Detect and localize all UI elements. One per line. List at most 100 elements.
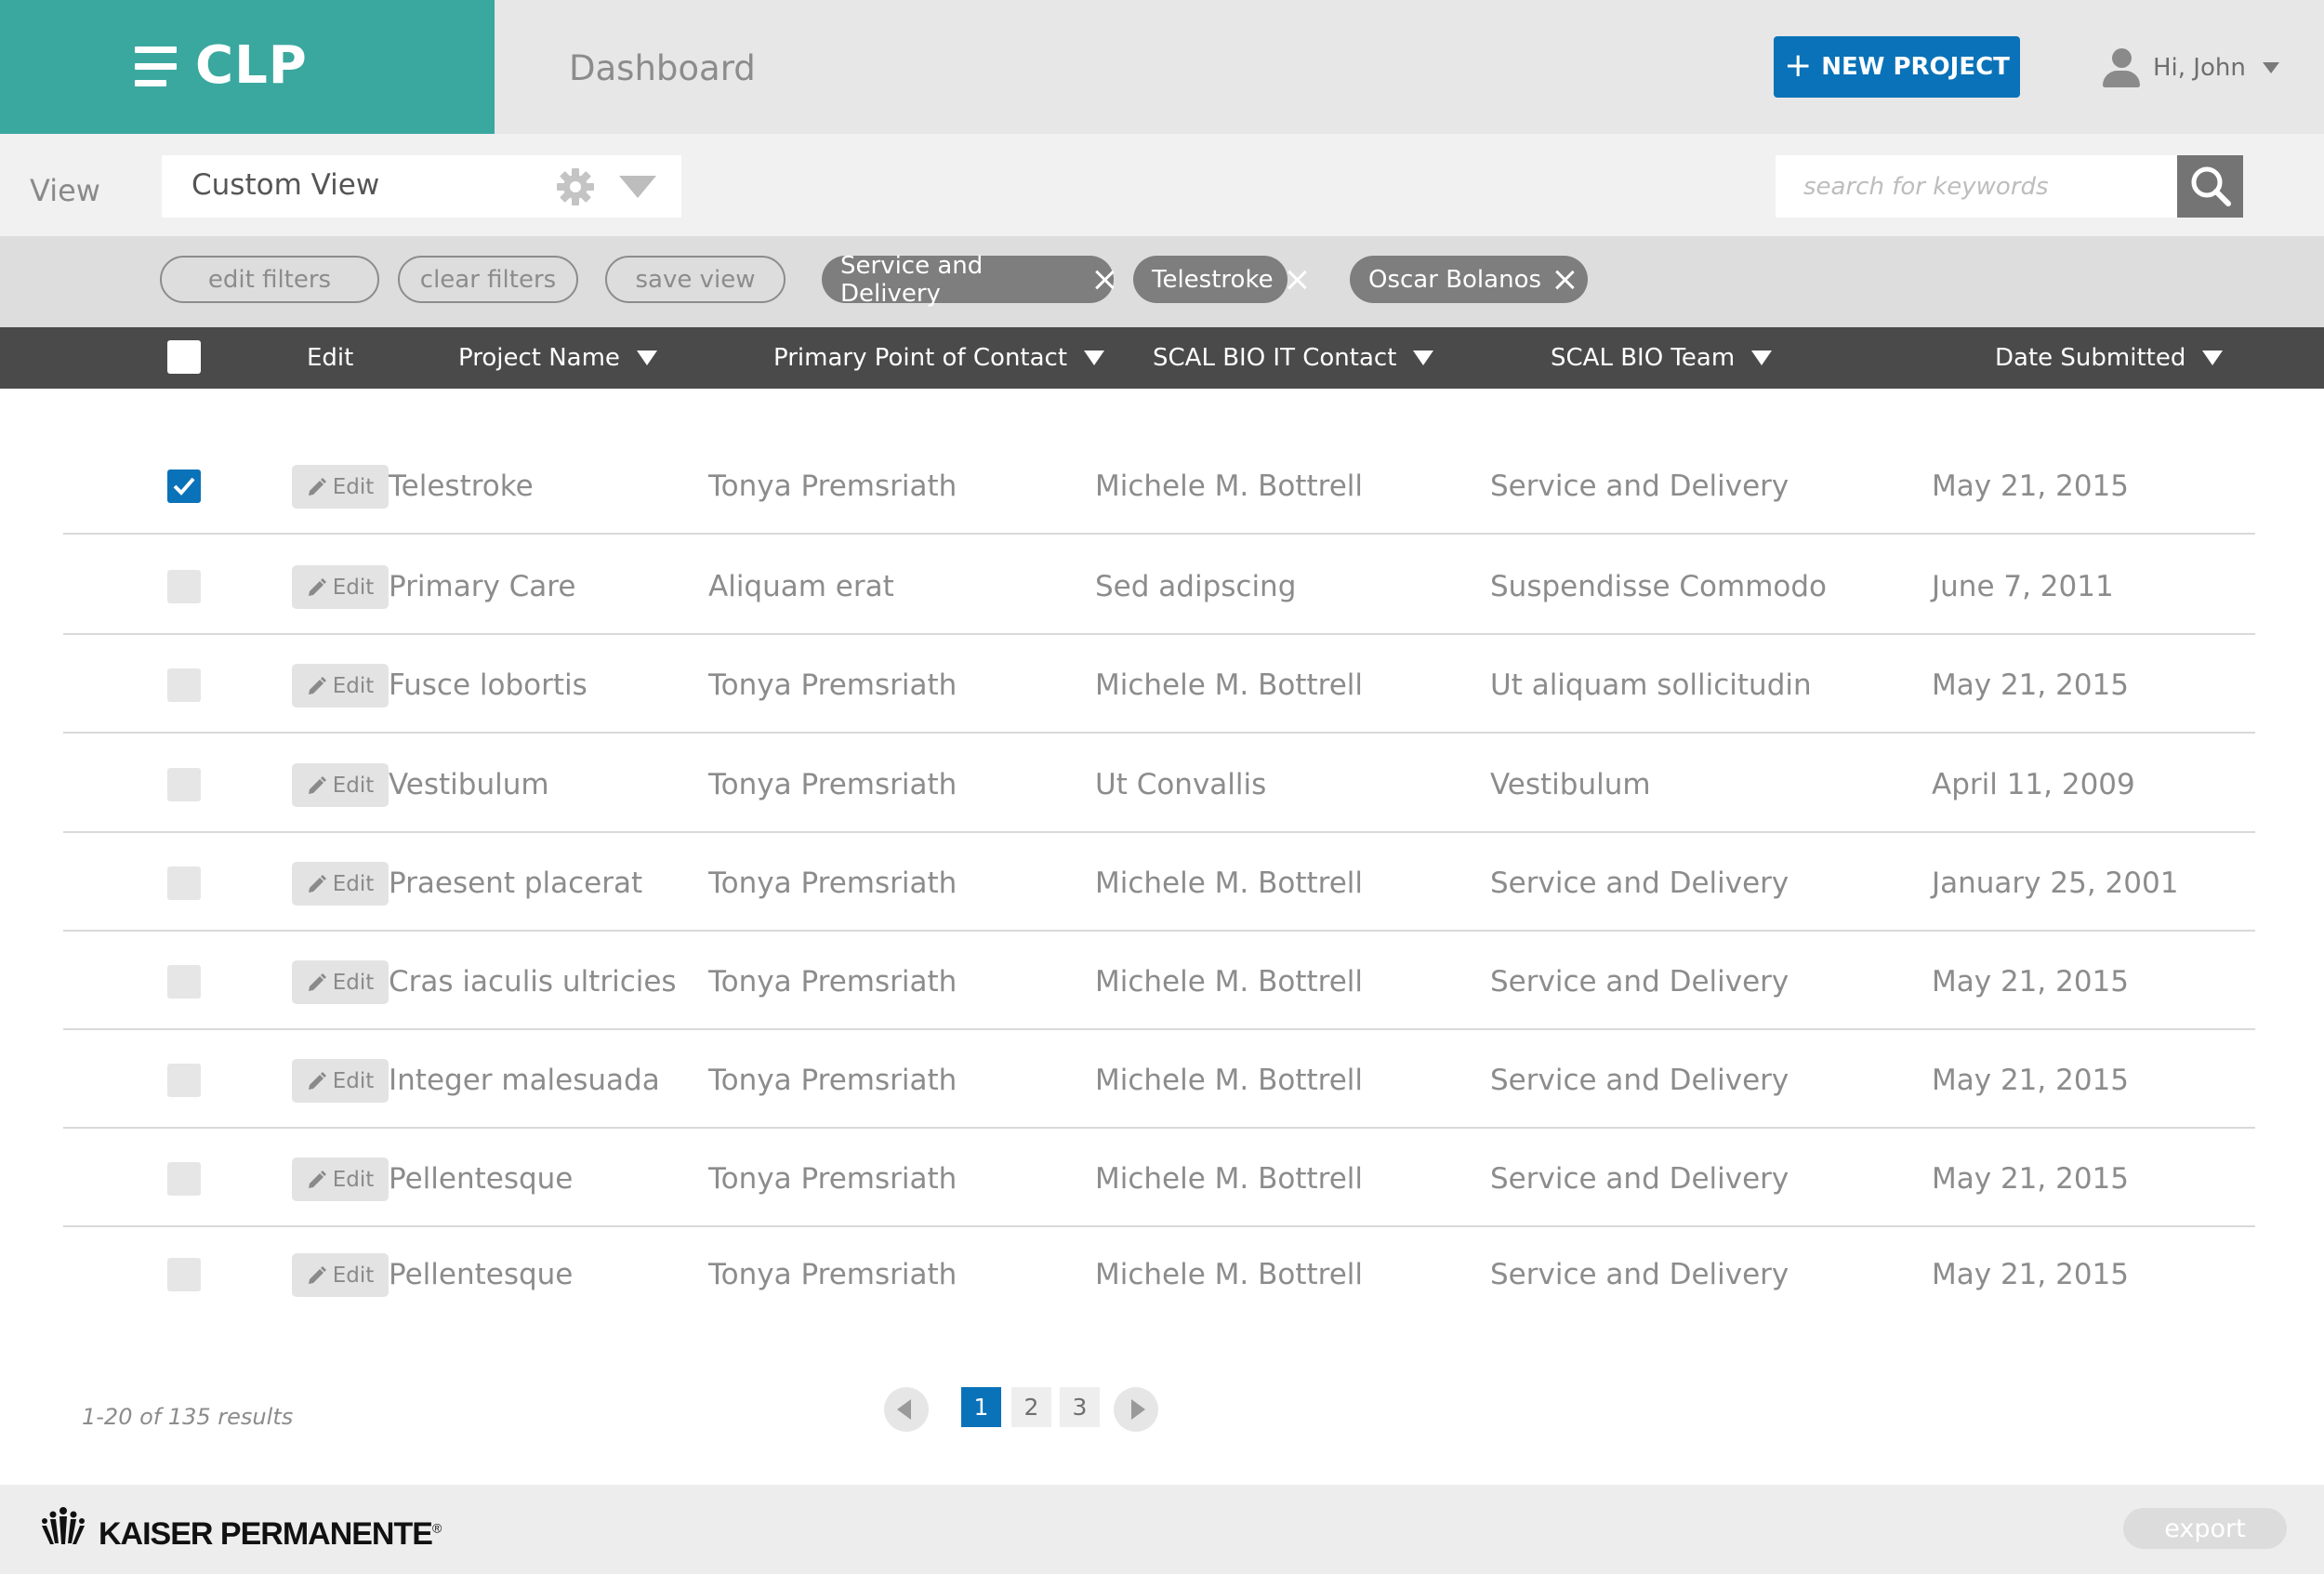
project-name-cell: Telestroke xyxy=(389,469,534,503)
select-all-checkbox[interactable] xyxy=(167,340,201,374)
pencil-icon xyxy=(308,972,326,991)
table-row[interactable]: Edit Integer malesuada Tonya Premsriath Mic… xyxy=(63,1031,2255,1129)
page-button[interactable]: 2 xyxy=(1011,1387,1051,1427)
row-checkbox[interactable] xyxy=(167,866,201,900)
primary-contact-cell: Tonya Premsriath xyxy=(708,1063,957,1097)
row-checkbox[interactable] xyxy=(167,668,201,702)
page-button[interactable]: 1 xyxy=(961,1387,1001,1427)
prev-page-button[interactable] xyxy=(884,1387,929,1432)
edit-button[interactable]: Edit xyxy=(292,862,389,906)
column-header-label: Date Submitted xyxy=(1995,344,2186,372)
it-contact-cell: Michele M. Bottrell xyxy=(1095,1063,1364,1097)
new-project-label: NEW PROJECT xyxy=(1821,53,2010,81)
edit-button[interactable]: Edit xyxy=(292,1253,389,1297)
sort-icon[interactable] xyxy=(1751,351,1773,365)
gear-icon[interactable] xyxy=(556,167,595,206)
close-icon[interactable] xyxy=(1554,270,1575,290)
table-row[interactable]: Edit Praesent placerat Tonya Premsriath Mic… xyxy=(63,834,2255,932)
edit-button[interactable]: Edit xyxy=(292,763,389,807)
brand-logo-label: KAISER PERMANENTE xyxy=(99,1516,433,1552)
sort-icon[interactable] xyxy=(1084,351,1105,365)
column-header-primary-contact[interactable]: Primary Point of Contact xyxy=(773,327,1105,389)
table-row[interactable]: Edit Pellentesque Tonya Premsriath Michele … xyxy=(63,1130,2255,1227)
close-icon[interactable] xyxy=(1094,270,1114,290)
table-header: Edit Project Name Primary Point of Conta… xyxy=(0,327,2324,389)
table-row[interactable]: Edit Pellentesque Tonya Premsriath Michele … xyxy=(63,1225,2255,1323)
search-button[interactable] xyxy=(2177,155,2243,218)
search-icon xyxy=(2191,166,2231,206)
plus-icon: + xyxy=(1784,46,1813,85)
date-submitted-cell: May 21, 2015 xyxy=(1932,964,2129,999)
save-view-button[interactable]: save view xyxy=(605,256,786,303)
user-menu[interactable]: Hi, John xyxy=(2103,46,2279,89)
date-submitted-cell: May 21, 2015 xyxy=(1932,1161,2129,1196)
brand-block[interactable]: CLP xyxy=(0,0,495,134)
chevron-down-icon[interactable] xyxy=(619,176,656,198)
it-contact-cell: Sed adipscing xyxy=(1095,569,1297,603)
edit-button[interactable]: Edit xyxy=(292,664,389,708)
registered-mark: ® xyxy=(431,1520,442,1536)
new-project-button[interactable]: + NEW PROJECT xyxy=(1774,36,2020,98)
project-name-cell: Pellentesque xyxy=(389,1257,574,1291)
view-select[interactable]: Custom View xyxy=(162,155,681,218)
team-cell: Vestibulum xyxy=(1490,767,1651,801)
column-header-it-contact[interactable]: SCAL BIO IT Contact xyxy=(1153,327,1434,389)
column-header-team[interactable]: SCAL BIO Team xyxy=(1551,327,1773,389)
date-submitted-cell: June 7, 2011 xyxy=(1932,569,2114,603)
view-select-value: Custom View xyxy=(191,168,380,202)
edit-button[interactable]: Edit xyxy=(292,1157,389,1201)
row-checkbox[interactable] xyxy=(167,1064,201,1097)
clear-filters-button[interactable]: clear filters xyxy=(398,256,578,303)
column-header-project-name[interactable]: Project Name xyxy=(458,327,657,389)
edit-button-label: Edit xyxy=(332,871,375,896)
row-checkbox[interactable] xyxy=(167,965,201,999)
it-contact-cell: Michele M. Bottrell xyxy=(1095,469,1364,503)
page-button[interactable]: 3 xyxy=(1060,1387,1100,1427)
sort-icon[interactable] xyxy=(636,351,657,365)
footer: KAISER PERMANENTE® export xyxy=(0,1485,2324,1574)
brand-logo-text: KAISER PERMANENTE® xyxy=(99,1516,442,1553)
table-row[interactable]: Edit Cras iaculis ultricies Tonya Premsria… xyxy=(63,932,2255,1030)
date-submitted-cell: April 11, 2009 xyxy=(1932,767,2135,801)
project-name-cell: Pellentesque xyxy=(389,1161,574,1196)
primary-contact-cell: Tonya Premsriath xyxy=(708,866,957,900)
project-name-cell: Primary Care xyxy=(389,569,576,603)
column-header-date-submitted[interactable]: Date Submitted xyxy=(1995,327,2224,389)
sort-icon[interactable] xyxy=(2202,351,2224,365)
row-checkbox[interactable] xyxy=(167,768,201,801)
table-row[interactable]: Edit Primary Care Aliquam erat Sed adipscin… xyxy=(63,537,2255,635)
row-checkbox[interactable] xyxy=(167,470,201,503)
row-checkbox[interactable] xyxy=(167,1162,201,1196)
sort-icon[interactable] xyxy=(1413,351,1434,365)
column-header-label: SCAL BIO IT Contact xyxy=(1153,344,1397,372)
table-row[interactable]: Edit Vestibulum Tonya Premsriath Ut Convall… xyxy=(63,735,2255,833)
edit-button[interactable]: Edit xyxy=(292,465,389,509)
project-name-cell: Praesent placerat xyxy=(389,866,643,900)
primary-contact-cell: Tonya Premsriath xyxy=(708,668,957,702)
table-row[interactable]: Edit Telestroke Tonya Premsriath Michele M.… xyxy=(63,437,2255,535)
column-header-label: Edit xyxy=(307,344,354,372)
arrow-left-icon xyxy=(897,1399,911,1420)
chevron-down-icon xyxy=(2262,62,2279,73)
row-checkbox[interactable] xyxy=(167,1258,201,1291)
table-row[interactable]: Edit Fusce lobortis Tonya Premsriath Michel… xyxy=(63,636,2255,734)
next-page-button[interactable] xyxy=(1114,1387,1158,1432)
primary-contact-cell: Aliquam erat xyxy=(708,569,894,603)
team-cell: Ut aliquam sollicitudin xyxy=(1490,668,1812,702)
filter-chip: Oscar Bolanos xyxy=(1350,256,1588,303)
edit-button[interactable]: Edit xyxy=(292,565,389,609)
search-input[interactable] xyxy=(1803,172,2177,201)
edit-button[interactable]: Edit xyxy=(292,1059,389,1103)
export-button[interactable]: export xyxy=(2123,1508,2287,1549)
it-contact-cell: Michele M. Bottrell xyxy=(1095,668,1364,702)
date-submitted-cell: May 21, 2015 xyxy=(1932,668,2129,702)
menu-icon xyxy=(135,46,177,87)
filter-chip: Telestroke xyxy=(1133,256,1287,303)
team-cell: Suspendisse Commodo xyxy=(1490,569,1828,603)
edit-button-label: Edit xyxy=(332,1068,375,1093)
edit-filters-button[interactable]: edit filters xyxy=(160,256,379,303)
project-name-cell: Vestibulum xyxy=(389,767,549,801)
row-checkbox[interactable] xyxy=(167,570,201,603)
edit-button[interactable]: Edit xyxy=(292,960,389,1004)
filter-chip-label: Service and Delivery xyxy=(840,251,984,308)
